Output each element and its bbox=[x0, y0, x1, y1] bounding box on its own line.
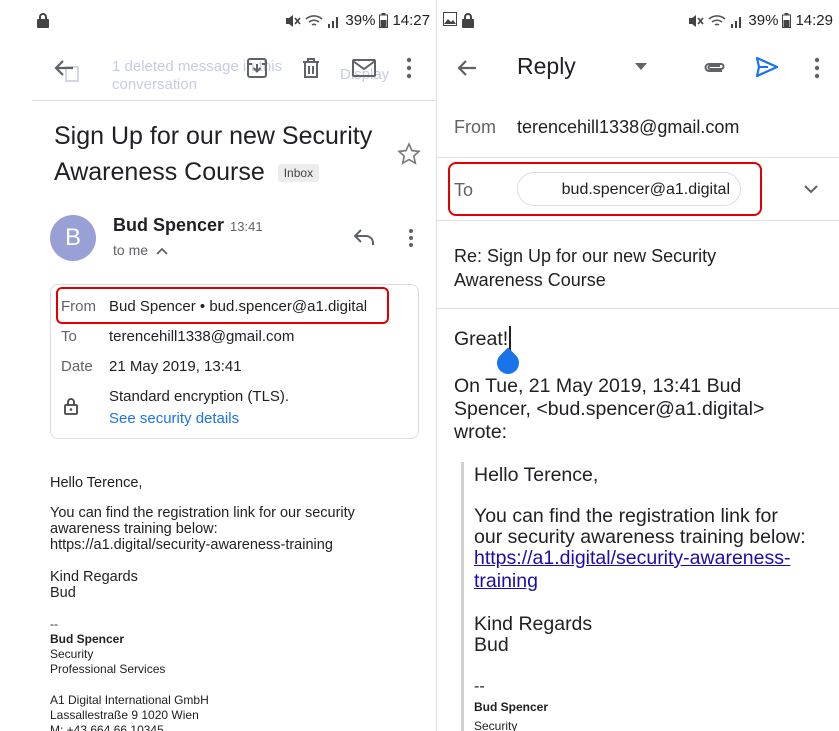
registration-link[interactable]: https://a1.digital/security-awareness-tr… bbox=[50, 537, 333, 553]
more-options-icon[interactable] bbox=[405, 57, 413, 79]
star-icon[interactable] bbox=[397, 142, 421, 166]
subject-divider bbox=[437, 308, 839, 309]
signature-address: Lassallestraße 9 1020 Wien bbox=[50, 708, 199, 722]
signature-name: Bud Spencer bbox=[50, 632, 125, 646]
subject-text: Sign Up for our new Security Awareness C… bbox=[54, 122, 373, 186]
signature-team: Professional Services bbox=[50, 662, 166, 676]
from-highlight-box bbox=[56, 287, 389, 324]
security-details-link[interactable]: See security details bbox=[109, 410, 239, 427]
archive-icon[interactable] bbox=[245, 56, 269, 80]
back-arrow-icon[interactable] bbox=[52, 56, 76, 80]
reply-icon[interactable] bbox=[353, 228, 375, 246]
to-divider bbox=[437, 220, 839, 221]
recipient-toggle[interactable]: to me bbox=[113, 242, 168, 258]
to-label: To bbox=[61, 328, 77, 345]
battery-percent: 39% bbox=[748, 12, 779, 29]
mute-icon bbox=[688, 14, 705, 28]
quoted-line1: You can find the registration link for bbox=[474, 505, 778, 527]
quote-header-line3: wrote: bbox=[454, 421, 508, 443]
lock-icon bbox=[36, 12, 50, 28]
chevron-down-icon[interactable] bbox=[804, 185, 818, 194]
to-value: terencehill1338@gmail.com bbox=[109, 328, 295, 345]
inbox-label-badge[interactable]: Inbox bbox=[277, 164, 320, 183]
message-more-icon[interactable] bbox=[407, 228, 415, 248]
clock: 14:27 bbox=[392, 12, 430, 29]
quote-header-line1: On Tue, 21 May 2019, 13:41 Bud bbox=[454, 375, 742, 397]
quoted-sig-dept: Security bbox=[474, 719, 518, 731]
mute-icon bbox=[285, 14, 302, 28]
date-value: 21 May 2019, 13:41 bbox=[109, 358, 242, 375]
quoted-link-line2[interactable]: training bbox=[474, 571, 538, 592]
attach-icon[interactable] bbox=[702, 57, 726, 77]
status-bar: 39% 14:27 bbox=[0, 0, 436, 44]
encryption-lock-icon bbox=[64, 397, 78, 415]
cursor-handle[interactable] bbox=[492, 347, 524, 379]
to-highlight-box bbox=[448, 162, 762, 216]
email-view-panel: 39% 14:27 1 deleted message in this conv… bbox=[0, 0, 436, 731]
wifi-icon bbox=[708, 14, 726, 28]
reply-compose-panel: 39% 14:29 Reply From terencehill1338@gma… bbox=[437, 0, 839, 731]
quoted-link-line1[interactable]: https://a1.digital/security-awareness- bbox=[474, 548, 790, 569]
from-label: From bbox=[454, 117, 496, 137]
body-name: Bud bbox=[50, 585, 76, 601]
clock: 14:29 bbox=[795, 12, 833, 29]
battery-icon bbox=[782, 13, 792, 28]
sender-avatar[interactable]: B bbox=[50, 215, 96, 261]
to-me-label: to me bbox=[113, 242, 149, 258]
quoted-dashes: -- bbox=[474, 678, 485, 695]
quote-header-line2: Spencer, <bud.spencer@a1.digital> bbox=[454, 398, 765, 420]
body-greeting: Hello Terence, bbox=[50, 475, 143, 491]
body-regards: Kind Regards bbox=[50, 569, 138, 585]
quoted-line2: our security awareness training below: bbox=[474, 526, 806, 548]
mark-unread-icon[interactable] bbox=[351, 57, 377, 79]
wifi-icon bbox=[305, 14, 323, 28]
battery-percent: 39% bbox=[345, 12, 376, 29]
quoted-greeting: Hello Terence, bbox=[474, 464, 599, 486]
date-label: Date bbox=[61, 358, 93, 375]
email-subject: Sign Up for our new Security Awareness C… bbox=[54, 118, 384, 190]
signal-icon bbox=[730, 14, 744, 28]
signal-icon bbox=[327, 14, 341, 28]
battery-icon bbox=[379, 13, 389, 28]
lock-icon bbox=[461, 12, 475, 28]
send-icon[interactable] bbox=[755, 56, 779, 78]
toolbar-divider bbox=[32, 100, 436, 101]
signature-company: A1 Digital International GmbH bbox=[50, 693, 209, 707]
compose-body-text[interactable]: Great! bbox=[454, 328, 508, 351]
signature-phone: M: +43 664 66 10345 bbox=[50, 723, 164, 731]
quoted-regards: Kind Regards bbox=[474, 613, 593, 635]
back-arrow-icon[interactable] bbox=[455, 56, 479, 80]
signature-dept: Security bbox=[50, 647, 94, 661]
from-address[interactable]: terencehill1338@gmail.com bbox=[517, 117, 739, 138]
body-line2: awareness training below: bbox=[50, 521, 218, 537]
encryption-text: Standard encryption (TLS). bbox=[109, 388, 290, 405]
quote-bar bbox=[461, 462, 464, 731]
compose-mode-title[interactable]: Reply bbox=[517, 53, 576, 80]
delete-icon[interactable] bbox=[299, 56, 323, 80]
gallery-icon bbox=[443, 12, 457, 26]
quoted-name: Bud bbox=[474, 634, 509, 656]
signature-dashes: -- bbox=[50, 617, 58, 631]
sender-line: Bud Spencer 13:41 bbox=[113, 215, 263, 236]
body-line1: You can find the registration link for o… bbox=[50, 505, 355, 521]
chevron-up-icon bbox=[156, 247, 168, 255]
sender-name: Bud Spencer bbox=[113, 215, 225, 235]
reply-subject-line2[interactable]: Awareness Course bbox=[454, 268, 606, 292]
reply-mode-dropdown-icon[interactable] bbox=[635, 63, 647, 71]
sender-time: 13:41 bbox=[230, 219, 263, 234]
from-divider bbox=[437, 157, 839, 158]
more-options-icon[interactable] bbox=[813, 57, 821, 79]
status-bar-right: 39% 14:29 bbox=[437, 0, 839, 44]
quoted-sig-name: Bud Spencer bbox=[474, 700, 549, 714]
reply-subject-line1[interactable]: Re: Sign Up for our new Security bbox=[454, 244, 716, 268]
